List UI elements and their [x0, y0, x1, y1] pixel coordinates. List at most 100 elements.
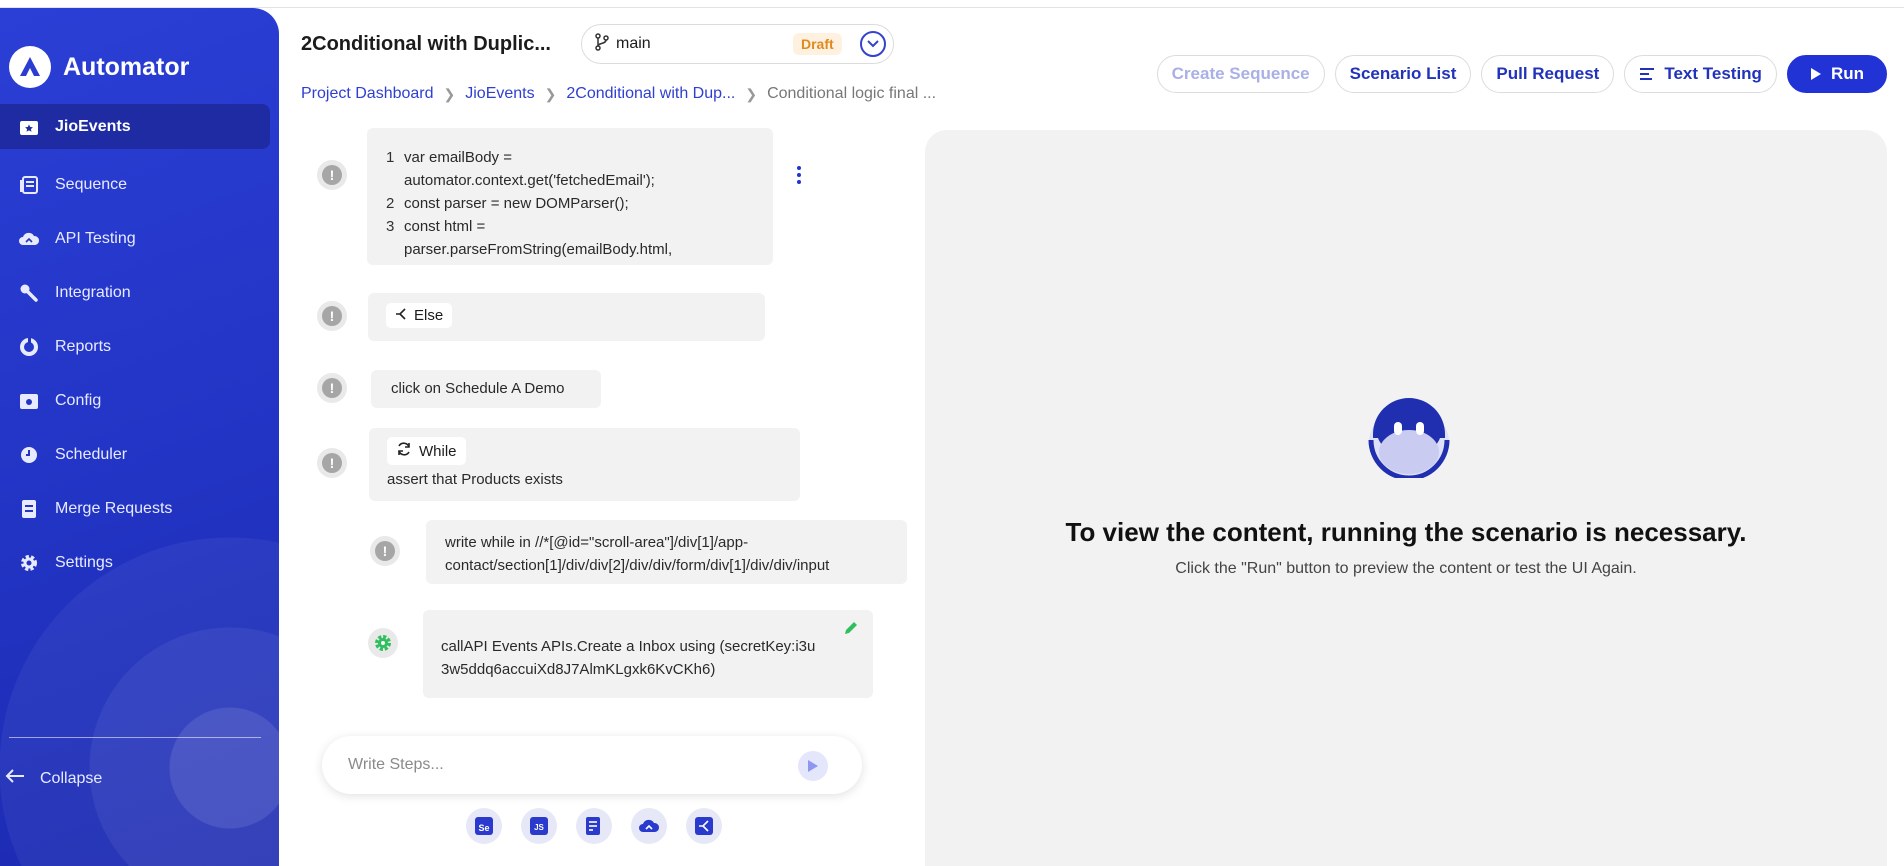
cloud-sync-icon [18, 228, 40, 250]
automator-logo-icon [9, 46, 51, 88]
robot-icon [1365, 392, 1453, 483]
sidebar-item-label: Integration [55, 284, 131, 301]
clock-icon [18, 444, 40, 466]
step-text-line: write while in //*[@id="scroll-area"]/di… [445, 534, 749, 551]
cloud-api-icon[interactable] [631, 808, 667, 844]
step-text-line: 3w5ddq6accuiXd8J7AlmKLgxk6KvCKh6) [441, 661, 716, 678]
merge-list-icon [18, 498, 40, 520]
code-step-card[interactable]: 1 var emailBody = automator.context.get('… [367, 128, 773, 265]
code-line: 3 const html = [386, 218, 486, 235]
preview-subtext: Click the "Run" button to preview the co… [1175, 560, 1637, 577]
draft-badge: Draft [793, 33, 842, 55]
sidebar-item-integration[interactable]: Integration [0, 266, 279, 320]
breadcrumb-current: Conditional logic final ... [767, 85, 937, 102]
sidebar-item-reports[interactable]: Reports [0, 320, 279, 374]
page-title: 2Conditional with Duplic... [301, 33, 551, 55]
sidebar-item-label: Reports [55, 338, 112, 355]
add-list-icon[interactable] [576, 808, 612, 844]
sidebar-nav: JioEvents Sequence API Testing Integrati… [0, 104, 279, 590]
text-testing-label: Text Testing [1664, 64, 1762, 83]
refresh-icon [396, 441, 412, 461]
breadcrumb: Project Dashboard ❯ JioEvents ❯ 2Conditi… [301, 85, 936, 103]
click-step-card[interactable]: click on Schedule A Demo [371, 370, 601, 408]
code-line: 2 const parser = new DOMParser(); [386, 195, 629, 212]
warning-icon[interactable]: ! [370, 536, 400, 566]
sidebar-item-config[interactable]: Config [0, 374, 279, 428]
star-folder-icon [18, 116, 40, 138]
preview-panel: To view the content, running the scenari… [925, 130, 1887, 866]
breadcrumb-jioevents[interactable]: JioEvents [465, 85, 534, 103]
while-step-card[interactable]: While assert that Products exists [369, 428, 800, 501]
write-steps-box [322, 736, 862, 794]
sidebar-item-label: Merge Requests [55, 500, 173, 517]
branch-selector[interactable]: main Draft [581, 24, 894, 64]
chevron-right-icon: ❯ [544, 85, 557, 102]
warning-icon[interactable]: ! [317, 160, 347, 190]
pie-chart-icon [18, 336, 40, 358]
gear-icon [18, 552, 40, 574]
config-icon [18, 390, 40, 412]
sidebar-item-api-testing[interactable]: API Testing [0, 212, 279, 266]
sidebar-divider [9, 737, 261, 738]
selenium-icon[interactable]: Se [466, 808, 502, 844]
callapi-step-card[interactable]: callAPI Events APIs.Create a Inbox using… [423, 610, 873, 698]
steps-panel: ! 1 var emailBody = automator.context.get… [300, 128, 920, 722]
edit-pencil-icon[interactable] [843, 620, 859, 643]
send-play-icon[interactable] [798, 751, 828, 781]
run-button[interactable]: Run [1786, 55, 1887, 93]
sidebar-item-label: JioEvents [55, 117, 131, 135]
sidebar-item-label: Config [55, 392, 102, 409]
warning-icon[interactable]: ! [317, 373, 347, 403]
sidebar-item-label: Scheduler [55, 446, 128, 463]
step-tools: Se JS [466, 808, 722, 844]
sidebar-item-label: Settings [55, 554, 113, 571]
text-testing-button[interactable]: Text Testing [1624, 55, 1777, 93]
more-options-icon[interactable] [797, 166, 801, 184]
else-step-card[interactable]: Else [368, 293, 765, 341]
warning-icon[interactable]: ! [317, 448, 347, 478]
branch-split-icon [395, 307, 407, 324]
preview-message: To view the content, running the scenari… [1065, 517, 1747, 547]
sidebar: Automator JioEvents Sequence API Testing… [0, 8, 279, 866]
while-tag: While [387, 437, 466, 465]
svg-text:Se: Se [478, 823, 489, 833]
brand: Automator [9, 46, 189, 88]
write-steps-input[interactable] [346, 755, 770, 775]
sidebar-item-merge-requests[interactable]: Merge Requests [0, 482, 279, 536]
chevron-right-icon: ❯ [745, 85, 758, 102]
collapse-button[interactable]: Collapse [4, 768, 102, 789]
warning-icon[interactable]: ! [317, 301, 347, 331]
create-sequence-button[interactable]: Create Sequence [1156, 55, 1325, 93]
sidebar-item-settings[interactable]: Settings [0, 536, 279, 590]
svg-text:JS: JS [534, 823, 544, 832]
sidebar-item-label: API Testing [55, 230, 136, 247]
branch-split-tool-icon[interactable] [686, 808, 722, 844]
branch-name: main [616, 35, 651, 52]
code-line: automator.context.get('fetchedEmail'); [404, 172, 655, 189]
step-text: click on Schedule A Demo [391, 380, 565, 397]
chevron-right-icon: ❯ [443, 85, 456, 102]
api-gear-icon[interactable] [368, 628, 398, 658]
code-line: 1 var emailBody = [386, 149, 512, 166]
pull-request-button[interactable]: Pull Request [1481, 55, 1615, 93]
brand-name: Automator [63, 52, 190, 81]
breadcrumb-scenario[interactable]: 2Conditional with Dup... [566, 85, 735, 103]
sidebar-item-sequence[interactable]: Sequence [0, 158, 279, 212]
sidebar-item-scheduler[interactable]: Scheduler [0, 428, 279, 482]
text-lines-icon [1639, 67, 1655, 81]
play-icon [1810, 67, 1822, 81]
breadcrumb-project-dashboard[interactable]: Project Dashboard [301, 85, 434, 103]
git-branch-icon [595, 32, 609, 56]
chevron-down-icon[interactable] [860, 31, 886, 57]
step-text-line: callAPI Events APIs.Create a Inbox using… [441, 638, 816, 655]
sidebar-item-jioevents[interactable]: JioEvents [0, 104, 270, 149]
javascript-icon[interactable]: JS [521, 808, 557, 844]
arrow-left-icon [4, 768, 26, 789]
sidebar-item-label: Sequence [55, 176, 128, 193]
write-step-card[interactable]: write while in //*[@id="scroll-area"]/di… [426, 520, 907, 584]
scenario-list-button[interactable]: Scenario List [1334, 55, 1472, 93]
wrench-icon [18, 282, 40, 304]
window-top-border [0, 0, 1904, 8]
run-label: Run [1830, 64, 1864, 83]
while-condition: assert that Products exists [387, 471, 563, 488]
